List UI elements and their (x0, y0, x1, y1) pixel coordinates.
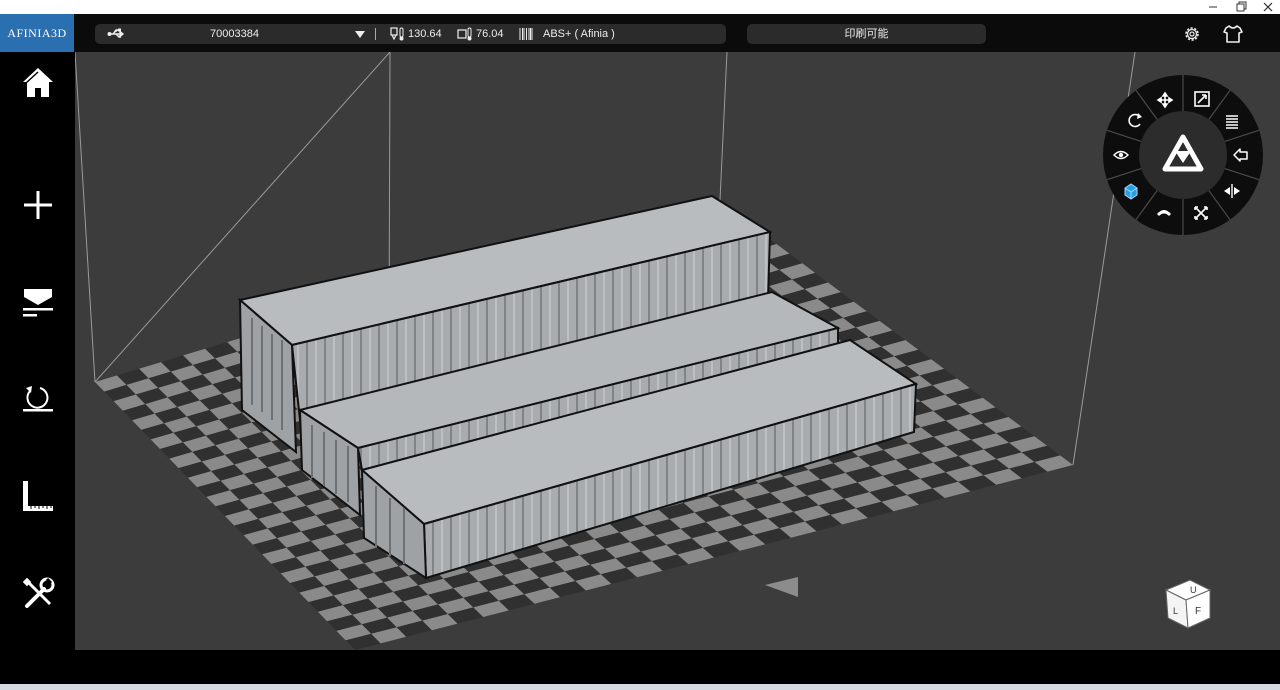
top-toolbar: AFINIA3D 70003384 130.64 76.04 ABS+ ( Af… (0, 14, 1280, 52)
settings-button[interactable] (1181, 23, 1203, 45)
printer-serial: 70003384 (210, 28, 259, 40)
minimize-icon (1209, 6, 1217, 8)
window-titlebar (0, 0, 1280, 14)
account-button[interactable] (1222, 23, 1244, 45)
bottom-scrollbar-strip (0, 684, 1280, 690)
gear-icon (1185, 27, 1199, 41)
sidebar-item-print[interactable] (14, 279, 62, 327)
printer-status-bar: 70003384 130.64 76.04 ABS+ ( Afinia ) (95, 24, 726, 44)
print-icon (23, 289, 53, 317)
material-label: ABS+ ( Afinia ) (543, 28, 615, 40)
tools-icon (22, 577, 55, 608)
ruler-icon (23, 481, 53, 511)
close-button[interactable] (1254, 0, 1280, 14)
barcode-icon (519, 27, 533, 41)
front-direction-arrow (765, 577, 798, 597)
3d-viewport[interactable]: U L F (75, 52, 1280, 650)
sidebar-item-initialize[interactable] (14, 376, 62, 424)
print-status-button[interactable]: 印刷可能 (747, 24, 986, 44)
view-cube-face-u[interactable]: U (1190, 585, 1197, 595)
view-cube-face-f[interactable]: F (1195, 606, 1201, 617)
minimize-button[interactable] (1200, 0, 1228, 14)
reset-icon (23, 386, 53, 412)
separator (375, 28, 376, 40)
view-cube[interactable]: U L F (1164, 579, 1212, 629)
sidebar-item-maintenance[interactable] (14, 570, 62, 618)
bed-temp-icon (457, 27, 473, 41)
shirt-icon (1223, 25, 1243, 43)
bed-temp-value: 76.04 (476, 28, 504, 40)
sidebar-item-add[interactable] (14, 181, 62, 229)
sidebar-item-calibrate[interactable] (14, 473, 62, 521)
part-tool-button[interactable] (1124, 183, 1138, 200)
app-logo: AFINIA3D (0, 14, 74, 52)
view-cube-face-l[interactable]: L (1173, 606, 1178, 616)
plus-icon (24, 191, 52, 219)
restore-icon (1236, 1, 1247, 12)
printer-dropdown[interactable] (354, 26, 366, 42)
restore-button[interactable] (1228, 0, 1256, 14)
nozzle-temp-icon (390, 27, 406, 41)
left-sidebar (0, 52, 75, 690)
nozzle-temp-value: 130.64 (408, 28, 442, 40)
radial-tool-menu (1103, 75, 1263, 235)
close-icon (1263, 2, 1273, 12)
chevron-down-icon (355, 31, 365, 38)
sidebar-item-home[interactable] (14, 60, 62, 108)
usb-icon (107, 27, 127, 41)
build-scene[interactable]: U L F (75, 52, 1280, 650)
home-icon (23, 68, 53, 97)
